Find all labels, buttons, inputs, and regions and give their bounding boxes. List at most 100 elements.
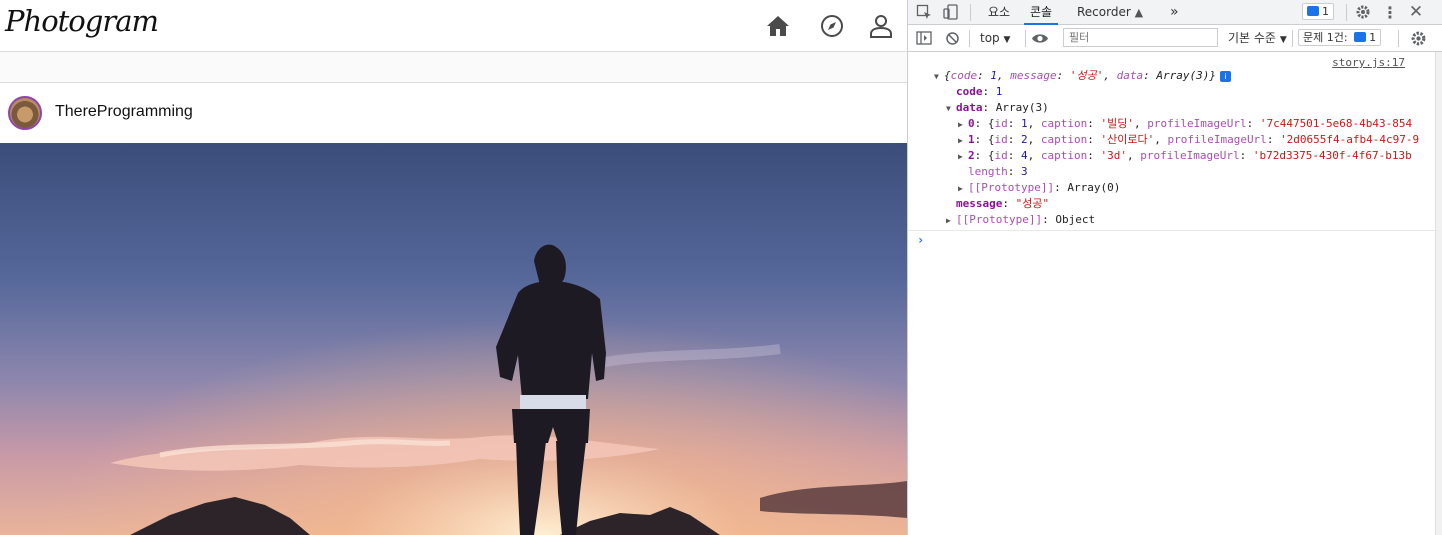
tab-elements[interactable]: 요소 — [982, 0, 1016, 25]
tab-recorder[interactable]: Recorder ▲ — [1071, 0, 1149, 25]
expand-triangle-icon[interactable]: ▼ — [946, 101, 956, 117]
story-band — [0, 52, 907, 83]
log-level-label: 기본 수준 — [1228, 31, 1276, 45]
tabbar-separator — [1346, 4, 1347, 21]
issues-counter-label: 문제 1건: — [1303, 31, 1348, 44]
item-caption: '산이로다' — [1100, 133, 1155, 146]
item-index: 2 — [968, 149, 975, 162]
length-val: 3 — [1021, 165, 1028, 178]
home-icon[interactable] — [765, 13, 791, 39]
console-toolbar: top ▼ 기본 수준 ▼ 문제 1건: 1 — [908, 25, 1442, 52]
array-prototype-key: [[Prototype]] — [968, 181, 1055, 194]
close-devtools-icon[interactable]: ✕ — [1408, 2, 1424, 22]
devtools-tabbar: 요소 콘솔 Recorder ▲ » 1 ⋮ ✕ — [908, 0, 1442, 25]
item-id: 4 — [1021, 149, 1028, 162]
item-caption: '빌딩' — [1100, 117, 1134, 130]
issues-counter-button[interactable]: 문제 1건: 1 — [1298, 29, 1382, 46]
console-scrollbar[interactable] — [1435, 52, 1442, 535]
object-prototype-val: Object — [1055, 213, 1096, 226]
devtools-panel: 요소 콘솔 Recorder ▲ » 1 ⋮ ✕ top ▼ 필터 기본 수준 … — [907, 0, 1442, 535]
item-caption: '3d' — [1100, 149, 1127, 162]
item-url: 'b72d3375-430f-4f67-b13b — [1252, 149, 1412, 162]
data-key: data — [956, 101, 983, 114]
issues-badge-count: 1 — [1322, 5, 1329, 18]
message-key: message — [956, 197, 1003, 210]
item-url: '7c447501-5e68-4b43-854 — [1259, 117, 1413, 130]
tab-recorder-label: Recorder — [1077, 5, 1131, 19]
console-prompt-row[interactable]: › — [908, 230, 1435, 250]
tab-console[interactable]: 콘솔 — [1024, 0, 1059, 25]
settings-gear-icon[interactable] — [1355, 4, 1371, 20]
log-message-line: message: "성공" — [956, 197, 1050, 210]
code-key: code — [956, 85, 983, 98]
clear-console-icon[interactable] — [945, 31, 960, 46]
item-id: 1 — [1021, 117, 1028, 130]
list-item[interactable]: ▶ 0: {id: 1, caption: '빌딩', profileImageU… — [958, 116, 1412, 132]
post-image — [0, 143, 907, 535]
tabbar-separator — [970, 4, 971, 21]
issues-badge-button[interactable]: 1 — [1302, 3, 1334, 20]
data-val: Array(3) — [995, 101, 1049, 114]
summary-data-key: data — [1116, 69, 1144, 82]
sidebar-toggle-icon[interactable] — [916, 31, 932, 45]
log-length-line: length: 3 — [968, 165, 1028, 178]
message-icon — [1307, 6, 1319, 16]
log-data-line[interactable]: ▼ data: Array(3) — [946, 100, 1049, 116]
collapsed-triangle-icon[interactable]: ▶ — [946, 213, 956, 229]
summary-close-brace: } — [1209, 69, 1216, 82]
log-code-line: code: 1 — [956, 85, 1003, 98]
avatar[interactable] — [8, 96, 42, 130]
length-key: length — [968, 165, 1008, 178]
message-icon — [1354, 32, 1367, 42]
collapsed-triangle-icon[interactable]: ▶ — [958, 181, 968, 197]
summary-message-key: message — [1010, 69, 1057, 82]
item-index: 1 — [968, 133, 975, 146]
live-expression-eye-icon[interactable] — [1031, 32, 1049, 45]
console-filter-input[interactable] — [1063, 28, 1218, 47]
app-header: Photogram — [0, 0, 907, 52]
summary-data-val: Array(3) — [1156, 69, 1210, 82]
more-tabs-button[interactable]: » — [1164, 0, 1185, 25]
summary-open-brace: { — [944, 69, 951, 82]
dropdown-arrow-icon: ▼ — [1279, 35, 1287, 45]
dropdown-arrow-icon: ▼ — [1003, 35, 1011, 45]
expand-triangle-icon[interactable]: ▼ — [934, 69, 944, 85]
context-selector[interactable]: top ▼ — [980, 25, 1010, 54]
object-prototype-key: [[Prototype]] — [956, 213, 1043, 226]
profile-icon[interactable] — [868, 13, 894, 39]
toolbar-separator — [969, 30, 970, 47]
inspect-element-icon[interactable] — [916, 4, 932, 20]
post-username[interactable]: ThereProgramming — [55, 103, 193, 121]
list-item[interactable]: ▶ 1: {id: 2, caption: '산이로다', profileImag… — [958, 132, 1419, 148]
log-array-prototype-line[interactable]: ▶ [[Prototype]]: Array(0) — [958, 180, 1120, 196]
collapsed-triangle-icon[interactable]: ▶ — [958, 117, 968, 133]
more-options-icon[interactable]: ⋮ — [1382, 2, 1398, 22]
source-link[interactable]: story.js:17 — [1332, 56, 1405, 69]
log-level-dropdown[interactable]: 기본 수준 ▼ — [1228, 25, 1287, 54]
device-toolbar-icon[interactable] — [943, 4, 959, 20]
array-prototype-val: Array(0) — [1067, 181, 1121, 194]
info-icon[interactable]: i — [1219, 71, 1231, 82]
toolbar-separator — [1292, 30, 1293, 47]
app-logo[interactable]: Photogram — [5, 4, 159, 38]
log-object-prototype-line[interactable]: ▶ [[Prototype]]: Object — [946, 212, 1095, 228]
item-id: 2 — [1021, 133, 1028, 146]
message-val: "성공" — [1015, 197, 1050, 210]
collapsed-triangle-icon[interactable]: ▶ — [958, 133, 968, 149]
post-header: ThereProgramming — [0, 83, 907, 143]
collapsed-triangle-icon[interactable]: ▶ — [958, 149, 968, 165]
list-item[interactable]: ▶ 2: {id: 4, caption: '3d', profileImageU… — [958, 148, 1412, 164]
summary-code-key: code — [950, 69, 978, 82]
summary-code-val: 1 — [990, 69, 997, 82]
console-settings-gear-icon[interactable] — [1410, 30, 1427, 47]
context-value: top — [980, 31, 1000, 45]
explore-icon[interactable] — [819, 13, 845, 39]
photogram-app: Photogram ThereProgramming — [0, 0, 907, 535]
log-object-summary[interactable]: ▼ {code: 1, message: '성공', data: Array(3)… — [934, 68, 1231, 84]
flask-icon: ▲ — [1134, 6, 1144, 19]
toolbar-separator — [1398, 30, 1399, 47]
issues-counter-count: 1 — [1369, 31, 1377, 44]
console-output: story.js:17 ▼ {code: 1, message: '성공', da… — [908, 52, 1435, 535]
summary-message-val: '성공' — [1069, 69, 1104, 82]
code-val: 1 — [995, 85, 1003, 98]
